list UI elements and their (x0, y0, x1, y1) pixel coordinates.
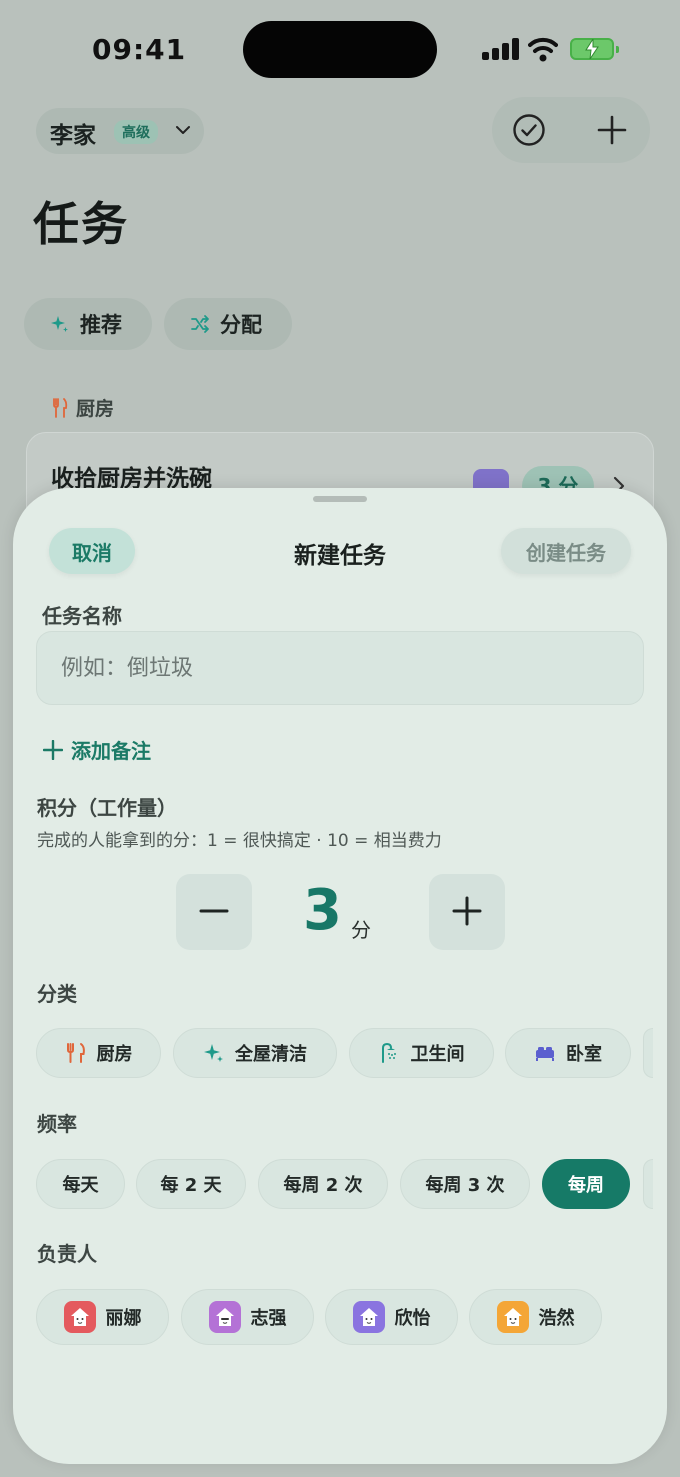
category-chip-bedroom[interactable]: 卧室 (505, 1028, 631, 1078)
category-chip-label: 卫生间 (410, 1044, 465, 1065)
assignee-label: 负责人 (37, 1242, 97, 1266)
avatar (496, 1301, 529, 1333)
assignee-name: 丽娜 (105, 1308, 142, 1329)
frequency-chip-daily[interactable]: 每天 (36, 1159, 125, 1209)
plus-icon (43, 739, 63, 760)
cellular-signal-icon (482, 38, 520, 60)
assign-button[interactable]: 分配 (164, 298, 292, 350)
sheet-grabber[interactable] (313, 496, 367, 502)
recommend-label: 推荐 (80, 313, 122, 337)
frequency-chip-twice-weekly[interactable]: 每周 2 次 (258, 1159, 388, 1209)
category-chip-whole-house[interactable]: 全屋清洁 (173, 1028, 337, 1078)
assignee-chip-xinyi[interactable]: 欣怡 (325, 1289, 458, 1345)
frequency-chip-weekly[interactable]: 每周 (542, 1159, 630, 1209)
house-face-icon (215, 1308, 234, 1326)
frequency-chip-label: 每天 (62, 1175, 99, 1196)
battery-icon (570, 38, 619, 60)
page-title: 任务 (33, 197, 129, 251)
category-chip-label: 厨房 (96, 1044, 133, 1065)
category-chip-label: 全屋清洁 (235, 1044, 307, 1065)
tier-badge: 高级 (114, 120, 158, 144)
frequency-label: 频率 (37, 1112, 77, 1136)
family-name: 李家 (50, 123, 96, 149)
category-chip-label: 卧室 (566, 1044, 602, 1065)
add-note-label: 添加备注 (71, 739, 151, 763)
create-task-button[interactable]: 创建任务 (501, 528, 631, 574)
points-label: 积分（工作量） (37, 796, 177, 820)
shower-icon (381, 1042, 396, 1063)
assignee-chip-zhiqiang[interactable]: 志强 (181, 1289, 314, 1345)
avatar (208, 1301, 241, 1333)
recommend-button[interactable]: 推荐 (24, 298, 152, 350)
sparkles-icon (204, 1044, 223, 1062)
increase-points-button[interactable] (429, 874, 505, 950)
frequency-chip-three-times-weekly[interactable]: 每周 3 次 (400, 1159, 530, 1209)
points-value: 3 (303, 878, 342, 943)
section-header-kitchen: 厨房 (52, 394, 114, 421)
frequency-chip-label: 每 2 天 (160, 1175, 222, 1196)
assignee-name: 浩然 (538, 1308, 575, 1329)
new-task-sheet: 取消 新建任务 创建任务 任务名称 添加备注 积分（工作量） 完成的人能拿到的分… (13, 488, 667, 1464)
add-note-button[interactable]: 添加备注 (43, 735, 151, 764)
frequency-chip-every-2-days[interactable]: 每 2 天 (136, 1159, 246, 1209)
frequency-chip-label: 每周 2 次 (283, 1175, 363, 1196)
avatar (63, 1301, 96, 1333)
status-time: 09:41 (92, 33, 187, 66)
fork-knife-icon (66, 1043, 85, 1063)
frequency-chip-overflow[interactable] (643, 1159, 653, 1209)
section-title: 厨房 (76, 398, 115, 420)
assignee-name: 欣怡 (394, 1308, 431, 1329)
minus-icon (199, 909, 229, 912)
charging-bolt-icon (585, 39, 599, 59)
sparkles-icon (51, 316, 68, 332)
plus-icon[interactable] (596, 114, 628, 146)
task-name-input[interactable] (36, 631, 644, 705)
category-chip-bathroom[interactable]: 卫生间 (349, 1028, 494, 1078)
house-face-icon (359, 1308, 378, 1326)
plus-icon (452, 896, 482, 925)
wifi-icon (528, 37, 558, 62)
shuffle-icon (191, 315, 209, 333)
points-unit: 分 (351, 918, 371, 942)
category-chip-kitchen[interactable]: 厨房 (36, 1028, 161, 1078)
assign-label: 分配 (220, 313, 262, 337)
checkmark-circle-icon[interactable] (512, 113, 546, 147)
fork-knife-icon (53, 397, 68, 418)
category-label: 分类 (37, 982, 77, 1006)
dynamic-island (243, 21, 437, 78)
house-face-icon (70, 1308, 89, 1326)
frequency-chip-label: 每周 3 次 (425, 1175, 505, 1196)
frequency-chip-label: 每周 (568, 1175, 604, 1196)
chevron-down-icon (176, 126, 190, 134)
status-icons (480, 34, 620, 64)
house-face-icon (503, 1308, 522, 1326)
bed-icon (536, 1047, 554, 1061)
avatar (352, 1301, 385, 1333)
task-list-screen: 09:41 李家 高级 任务 推荐 分配 厨房 收拾厨房并洗碗 3 分 取消 新… (0, 0, 680, 1477)
assignee-name: 志强 (250, 1308, 287, 1329)
assignee-chip-haoran[interactable]: 浩然 (469, 1289, 602, 1345)
assignee-chip-lina[interactable]: 丽娜 (36, 1289, 169, 1345)
task-name-label: 任务名称 (42, 604, 122, 628)
family-switcher[interactable]: 李家 高级 (36, 108, 204, 154)
points-description: 完成的人能拿到的分：1 = 很快搞定 · 10 = 相当费力 (37, 831, 442, 851)
top-action-group (492, 97, 650, 163)
decrease-points-button[interactable] (176, 874, 252, 950)
category-chip-overflow[interactable] (643, 1028, 653, 1078)
